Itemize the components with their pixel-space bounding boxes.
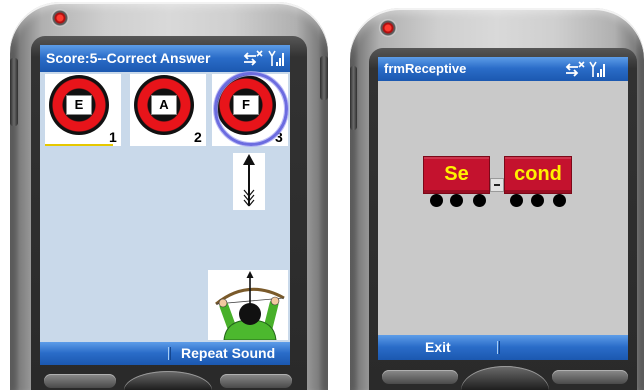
right-phone-emulator: frmReceptive Se cond Exit [350,8,644,390]
title-bar: Score:5--Correct Answer [40,45,290,72]
camera-lens-icon [379,19,397,37]
arrow-icon [243,154,255,207]
target-number: 2 [194,129,202,145]
side-button[interactable] [320,56,328,100]
arrow-image [233,153,265,210]
train-wheel [553,194,566,207]
content-area: Se cond [378,81,628,335]
train-wheel [531,194,544,207]
window-title: Score:5--Correct Answer [46,50,211,66]
target-letter: A [151,95,177,115]
emulator-workspace: Score:5--Correct Answer E 1 A 2 F 3 Repe… [0,0,644,390]
train-car-1: Se [423,156,490,194]
train-coupler [490,178,504,192]
signal-strength-icon [268,50,284,66]
menu-divider [168,347,171,360]
train-wheel [450,194,463,207]
focus-underline [45,144,113,146]
connection-off-icon [243,50,263,66]
device-screen: frmReceptive Se cond Exit [378,57,628,360]
title-bar: frmReceptive [378,57,628,81]
train-car-2: cond [504,156,572,194]
signal-strength-icon [589,61,605,77]
menu-bar: Exit [378,335,628,360]
device-screen: Score:5--Correct Answer E 1 A 2 F 3 Repe… [40,45,290,365]
left-phone-emulator: Score:5--Correct Answer E 1 A 2 F 3 Repe… [10,2,328,390]
train-wheel [473,194,486,207]
side-button[interactable] [350,66,357,130]
target-icon: A [134,75,194,135]
connection-off-icon [565,61,585,77]
exit-softkey[interactable]: Exit [425,339,451,356]
content-area: E 1 A 2 F 3 [40,72,290,342]
repeat-sound-softkey[interactable]: Repeat Sound [181,345,275,362]
camera-lens-icon [51,9,69,27]
train-wheel [510,194,523,207]
target-option-2[interactable]: A 2 [130,74,206,146]
side-button[interactable] [10,58,18,126]
train-wheel [430,194,443,207]
target-option-3[interactable]: F 3 [212,72,288,146]
target-option-1[interactable]: E 1 [45,74,121,146]
target-letter: E [66,95,92,115]
window-title: frmReceptive [384,61,467,76]
archer-image [208,270,288,340]
left-hardware-softkey[interactable] [44,374,116,388]
target-icon: E [49,75,109,135]
target-number: 1 [109,129,117,145]
menu-divider [497,341,500,354]
menu-bar: Repeat Sound [40,342,290,365]
selection-ring [214,72,288,146]
right-hardware-softkey[interactable] [220,374,292,388]
left-hardware-softkey[interactable] [382,370,458,384]
archer-icon [215,271,285,340]
right-hardware-softkey[interactable] [552,370,628,384]
